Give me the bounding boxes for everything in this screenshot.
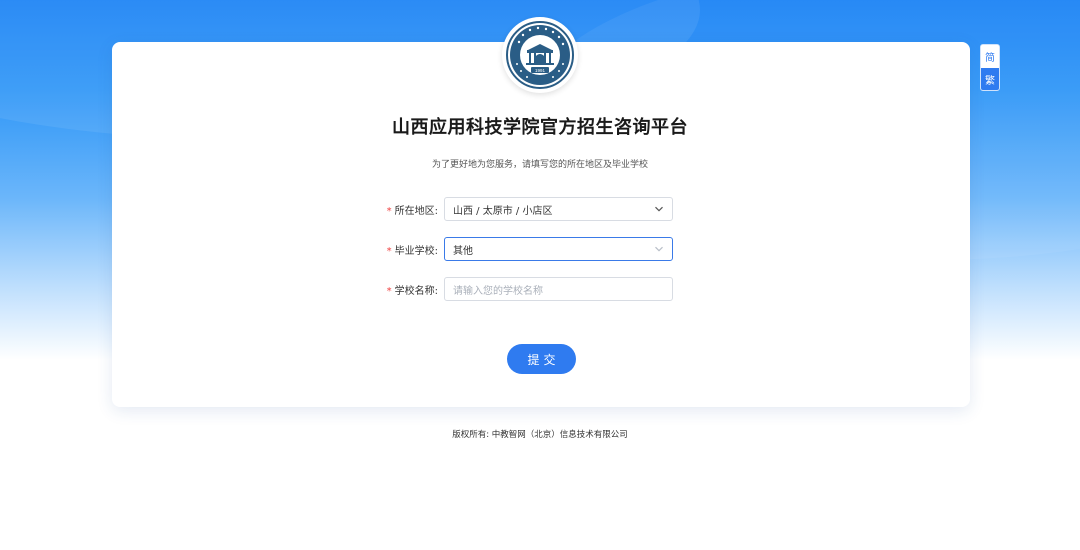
chevron-down-icon — [655, 246, 663, 252]
school-value: 其他 — [453, 245, 473, 257]
school-name-input[interactable]: 请输入您的学校名称 — [444, 277, 673, 301]
college-seal-icon: 1991 — [506, 21, 574, 89]
school-name-label-text: 学校名称: — [394, 285, 438, 297]
simplified-chinese-button[interactable]: 简 — [981, 45, 999, 68]
school-name-label: * 学校名称: — [380, 282, 444, 297]
language-switch: 简 繁 — [980, 44, 1000, 91]
form-row-school-name: * 学校名称: 请输入您的学校名称 — [380, 277, 673, 301]
required-mark: * — [386, 245, 392, 257]
submit-button[interactable]: 提交 — [507, 344, 576, 374]
footer-copyright: 版权所有: 中教智网（北京）信息技术有限公司 — [452, 430, 628, 440]
page-subtitle: 为了更好地为您服务，请填写您的所在地区及毕业学校 — [431, 160, 648, 170]
form-row-school: * 毕业学校: 其他 — [380, 237, 673, 261]
form-row-region: * 所在地区: 山西 / 太原市 / 小店区 — [380, 197, 673, 221]
chevron-down-icon — [655, 206, 663, 212]
school-label-text: 毕业学校: — [394, 245, 438, 257]
required-mark: * — [386, 285, 392, 297]
school-select[interactable]: 其他 — [444, 237, 673, 261]
school-label: * 毕业学校: — [380, 242, 444, 257]
svg-text:1991: 1991 — [535, 68, 546, 73]
traditional-chinese-button[interactable]: 繁 — [981, 68, 999, 90]
region-value: 山西 / 太原市 / 小店区 — [453, 205, 553, 217]
region-label: * 所在地区: — [380, 202, 444, 217]
school-name-placeholder: 请输入您的学校名称 — [453, 285, 543, 297]
region-label-text: 所在地区: — [394, 205, 438, 217]
region-cascader[interactable]: 山西 / 太原市 / 小店区 — [444, 197, 673, 221]
page-title: 山西应用科技学院官方招生咨询平台 — [392, 117, 688, 138]
required-mark: * — [386, 205, 392, 217]
college-logo: 1991 — [502, 17, 578, 93]
